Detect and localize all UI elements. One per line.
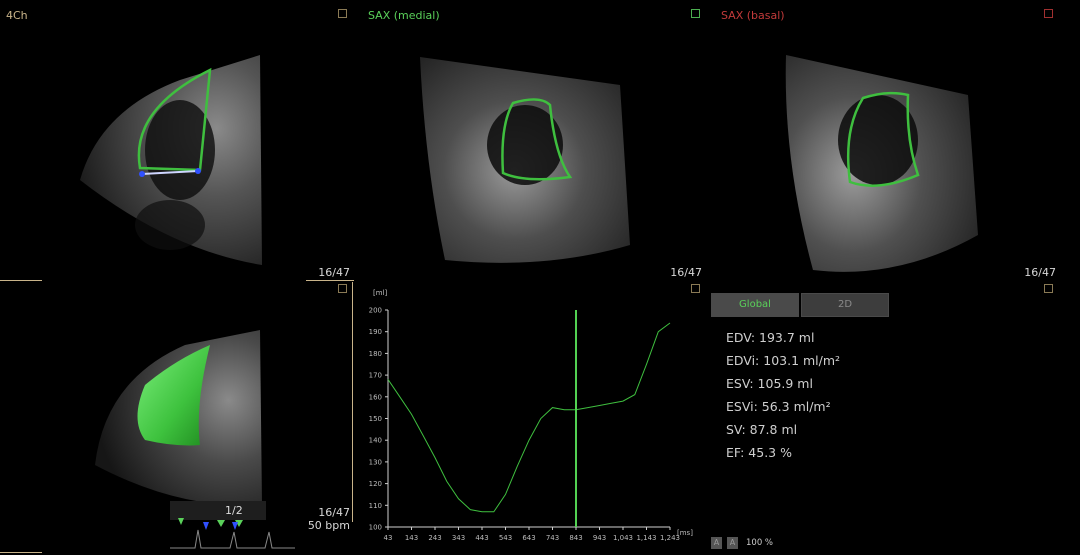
- tab-global[interactable]: Global: [711, 293, 799, 317]
- ecg-marker-green-mid[interactable]: [217, 520, 225, 527]
- metric-ef: EF: 45.3 %: [726, 445, 792, 460]
- pane-select-box-volume[interactable]: [338, 284, 347, 293]
- y-tick-label: 150: [369, 415, 382, 423]
- metric-edvi: EDVi: 103.1 ml/m²: [726, 353, 841, 368]
- y-tick-label: 180: [369, 350, 382, 358]
- echo-image-sax-medial: [420, 57, 630, 263]
- y-tick-label: 120: [369, 480, 382, 488]
- y-tick-label: 190: [369, 328, 382, 336]
- volume-render-3d: [95, 330, 262, 506]
- volume-curve-line: [387, 322, 671, 513]
- y-tick-label: 200: [369, 307, 382, 315]
- frame-counter-4ch: 16/47: [318, 266, 350, 279]
- y-tick-label: 160: [369, 393, 382, 401]
- pane-select-box-4ch[interactable]: [338, 9, 347, 18]
- heart-rate: 50 bpm: [307, 519, 350, 532]
- annotation-toggle-1[interactable]: A: [711, 537, 722, 549]
- y-tick-label: 170: [369, 372, 382, 380]
- x-tick-label: 1,143: [636, 534, 656, 542]
- frame-counter-volume: 16/47: [318, 506, 350, 519]
- x-tick-label: 943: [593, 534, 606, 542]
- x-tick-label: 143: [405, 534, 418, 542]
- x-tick-label: 243: [428, 534, 441, 542]
- pane-select-box-sax-basal[interactable]: [1044, 9, 1053, 18]
- annotation-toggle-2[interactable]: A: [727, 537, 738, 549]
- x-tick-label: 443: [475, 534, 488, 542]
- y-axis-label: [ml]: [373, 289, 387, 297]
- x-tick-label: 1,043: [613, 534, 633, 542]
- x-tick-label: 43: [384, 534, 393, 542]
- annulus-point-right[interactable]: [195, 168, 201, 174]
- pane-select-box-results[interactable]: [1044, 284, 1053, 293]
- zoom-level: 100 %: [746, 538, 774, 548]
- ecg-marker-blue-left[interactable]: [203, 522, 209, 530]
- ecg-marker-green-left[interactable]: [178, 518, 184, 525]
- ecg-trace[interactable]: [170, 518, 295, 552]
- y-tick-label: 100: [369, 524, 382, 532]
- pane-title-sax-basal: SAX (basal): [721, 9, 785, 22]
- frame-counter-sax-medial: 16/47: [670, 266, 702, 279]
- x-tick-label: 343: [452, 534, 465, 542]
- x-tick-label: 1,243: [660, 534, 680, 542]
- pane-title-4ch: 4Ch: [6, 9, 28, 22]
- x-tick-label: 743: [546, 534, 559, 542]
- pane-title-sax-medial: SAX (medial): [368, 9, 440, 22]
- y-tick-label: 130: [369, 458, 382, 466]
- echo-image-sax-basal: [785, 55, 978, 272]
- pane-select-box-sax-medial[interactable]: [691, 9, 700, 18]
- x-tick-label: 643: [522, 534, 535, 542]
- metric-sv: SV: 87.8 ml: [726, 422, 798, 437]
- frame-counter-sax-basal: 16/47: [1024, 266, 1056, 279]
- annulus-point-left[interactable]: [139, 171, 145, 177]
- pane-divider-left: [0, 280, 42, 281]
- bottom-divider-left: [0, 552, 42, 553]
- volume-curve-chart[interactable]: [ml] [ms] 100110120130140150160170180190…: [355, 286, 700, 551]
- metric-esv: ESV: 105.9 ml: [726, 376, 813, 391]
- x-tick-label: 843: [569, 534, 582, 542]
- metric-esvi: ESVi: 56.3 ml/m²: [726, 399, 831, 414]
- tab-2d[interactable]: 2D: [801, 293, 889, 317]
- y-tick-label: 110: [369, 502, 382, 510]
- pane-divider-4ch: [306, 280, 354, 281]
- metric-edv: EDV: 193.7 ml: [726, 330, 815, 345]
- ecg-marker-blue-right[interactable]: [232, 522, 238, 530]
- pane-border-volume: [352, 282, 353, 522]
- cycle-indicator: 1/2: [225, 504, 243, 517]
- y-tick-label: 140: [369, 437, 382, 445]
- x-tick-label: 543: [499, 534, 512, 542]
- echo-image-4ch: [80, 55, 262, 265]
